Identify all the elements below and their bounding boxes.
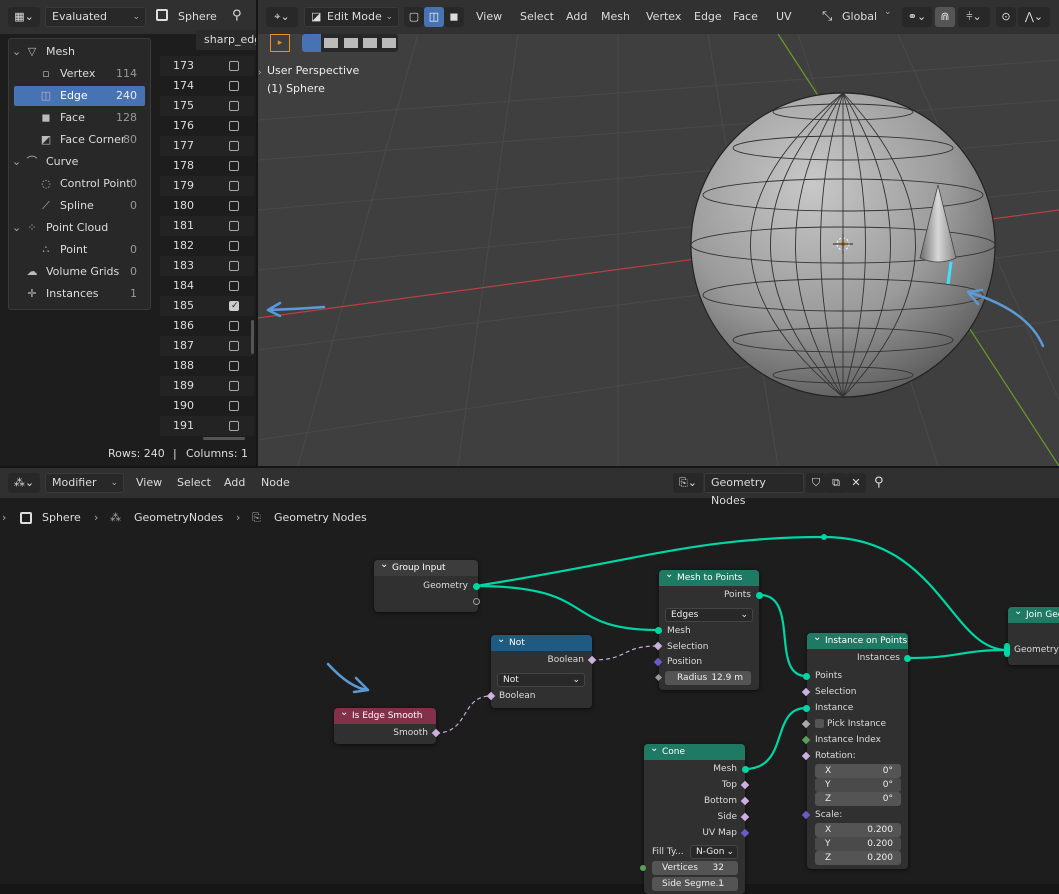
field-value: 0.200 xyxy=(867,853,893,863)
reroute-point[interactable] xyxy=(821,534,827,540)
scale-z-field[interactable]: Z 0.200 xyxy=(815,851,901,865)
link-instances-to-join xyxy=(907,648,1008,660)
socket-label: Rotation: xyxy=(815,751,856,761)
link-mesh-to-instance xyxy=(744,706,807,771)
node-instance-on-points[interactable]: Instance on Points Instances Points Sele… xyxy=(807,633,908,869)
field-label: Y xyxy=(825,839,831,849)
link-smooth-to-boolean xyxy=(435,695,492,734)
node-not[interactable]: Not Boolean Not ⌄ Boolean xyxy=(491,635,592,708)
socket-label: Boolean xyxy=(499,691,536,701)
vertices-field[interactable]: Vertices 32 xyxy=(652,861,738,875)
socket-label: Top xyxy=(721,780,737,790)
chevron-down-icon: ⌄ xyxy=(740,610,748,620)
socket-label: Instances xyxy=(857,653,900,663)
link-points-to-points xyxy=(759,593,807,678)
empty-output-socket[interactable] xyxy=(473,598,480,605)
field-label: Z xyxy=(825,853,832,863)
field-value: 0.200 xyxy=(867,839,893,849)
node-title: Cone xyxy=(644,744,745,760)
node-title: Join Geo xyxy=(1008,607,1059,623)
socket-label: Points xyxy=(723,590,751,600)
field-label: X xyxy=(825,766,832,776)
points-input-socket[interactable] xyxy=(803,673,810,680)
socket-label: Geometry xyxy=(423,581,468,591)
node-group-input[interactable]: Group Input Geometry xyxy=(374,560,478,612)
fill-type-value: N-Gon xyxy=(696,847,725,857)
field-value: 0° xyxy=(882,794,893,804)
rotation-x-field[interactable]: X 0° xyxy=(815,764,901,778)
operation-dropdown[interactable]: Not ⌄ xyxy=(497,673,585,687)
operation-value: Not xyxy=(503,675,519,685)
node-is-edge-smooth[interactable]: Is Edge Smooth Smooth xyxy=(334,708,436,744)
node-title: Is Edge Smooth xyxy=(334,708,436,724)
mode-dropdown[interactable]: Edges ⌄ xyxy=(665,608,753,622)
node-join-geometry[interactable]: Join Geo Geometry xyxy=(1008,607,1059,665)
link-geometry-to-mesh xyxy=(475,584,659,632)
node-cone[interactable]: Cone Mesh Top Bottom Side UV Map Fill Ty… xyxy=(644,744,745,894)
socket-label: Pick Instance xyxy=(827,719,887,729)
mesh-output-socket[interactable] xyxy=(742,766,749,773)
socket-label: Points xyxy=(815,671,843,681)
socket-label: Fill Ty... xyxy=(652,847,684,857)
socket-label: Side xyxy=(717,812,737,822)
scale-x-field[interactable]: X 0.200 xyxy=(815,823,901,837)
node-title: Not xyxy=(491,635,592,651)
socket-label: Position xyxy=(667,657,703,667)
field-value: 12.9 m xyxy=(711,673,743,683)
field-label: Side Segme... xyxy=(662,879,725,889)
field-label: Z xyxy=(825,794,832,804)
field-value: 0° xyxy=(882,766,893,776)
node-mesh-to-points[interactable]: Mesh to Points Points Edges ⌄ Mesh Select… xyxy=(659,570,759,690)
socket-label: Smooth xyxy=(393,728,428,738)
node-title: Group Input xyxy=(374,560,478,576)
node-title: Instance on Points xyxy=(807,633,908,649)
socket-label: Scale: xyxy=(815,810,843,820)
socket-label: UV Map xyxy=(702,828,737,838)
side-segments-field[interactable]: Side Segme... 1 xyxy=(652,877,738,891)
points-output-socket[interactable] xyxy=(756,592,763,599)
link-boolean-to-selection xyxy=(591,645,659,661)
socket-label: Selection xyxy=(667,642,709,652)
socket-label: Mesh xyxy=(667,626,691,636)
socket-label: Bottom xyxy=(703,796,737,806)
socket-label: Geometry xyxy=(1014,645,1059,655)
socket-label: Boolean xyxy=(547,655,584,665)
fill-type-dropdown[interactable]: N-Gon ⌄ xyxy=(690,845,738,859)
field-label: X xyxy=(825,825,832,835)
annotation-arrow-node xyxy=(326,662,370,694)
field-value: 0.200 xyxy=(867,825,893,835)
field-label: Vertices xyxy=(662,863,698,873)
field-value: 0° xyxy=(882,780,893,790)
node-title: Mesh to Points xyxy=(659,570,759,586)
socket-label: Selection xyxy=(815,687,857,697)
mode-value: Edges xyxy=(671,610,699,620)
scale-y-field[interactable]: Y 0.200 xyxy=(815,837,901,851)
mesh-input-socket[interactable] xyxy=(655,627,662,634)
chevron-down-icon: ⌄ xyxy=(572,675,580,685)
socket-label: Mesh xyxy=(713,764,737,774)
rotation-y-field[interactable]: Y 0° xyxy=(815,778,901,792)
socket-label: Instance Index xyxy=(815,735,881,745)
geometry-output-socket[interactable] xyxy=(473,583,480,590)
instances-output-socket[interactable] xyxy=(904,655,911,662)
field-value: 32 xyxy=(712,863,724,873)
field-label: Radius xyxy=(677,673,708,683)
vertices-input-socket[interactable] xyxy=(640,865,646,871)
chevron-down-icon: ⌄ xyxy=(726,847,734,857)
field-label: Y xyxy=(825,780,831,790)
radius-field[interactable]: Radius 12.9 m xyxy=(665,671,751,685)
instance-input-socket[interactable] xyxy=(803,705,810,712)
socket-label: Instance xyxy=(815,703,854,713)
pick-instance-checkbox[interactable] xyxy=(815,719,824,728)
field-value: 1 xyxy=(718,879,724,889)
geometry-input-socket[interactable] xyxy=(1004,643,1010,657)
rotation-z-field[interactable]: Z 0° xyxy=(815,792,901,806)
